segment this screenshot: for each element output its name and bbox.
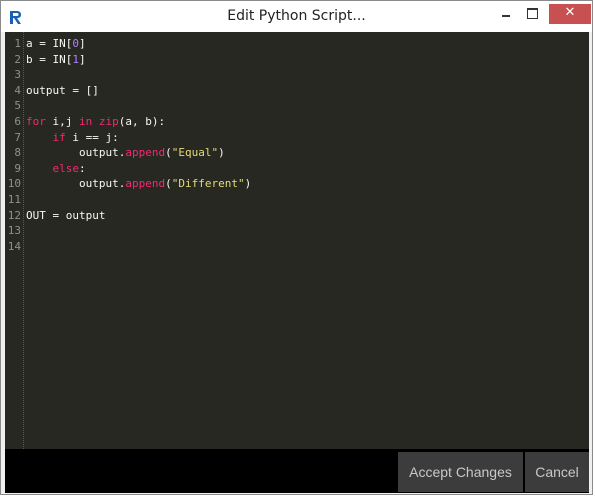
line-number: 11 (7, 193, 21, 206)
title-bar[interactable]: Edit Python Script... ✕ (1, 1, 592, 32)
code-line[interactable]: 11 (5, 192, 589, 208)
minimize-icon (502, 15, 510, 17)
code-line[interactable]: 12 OUT = output (5, 208, 589, 224)
close-icon: ✕ (564, 5, 576, 20)
button-bar: Accept Changes Cancel (5, 449, 589, 493)
code-line[interactable]: 8 output.append("Equal") (5, 145, 589, 161)
code-line[interactable]: 13 (5, 223, 589, 239)
line-number: 6 (14, 115, 21, 128)
script-editor-window: Edit Python Script... ✕ 1 a = IN[0] 2 b = I… (0, 0, 593, 495)
code-editor[interactable]: 1 a = IN[0] 2 b = IN[1] 3 4 output = [] 5 6 for i… (5, 32, 589, 449)
code-line[interactable]: 9 else: (5, 161, 589, 177)
cancel-button[interactable]: Cancel (525, 452, 589, 492)
line-number: 2 (14, 52, 21, 66)
code-line[interactable]: 4 output = [] (5, 83, 589, 99)
line-number: 10 (7, 177, 21, 191)
code-line[interactable]: 7 if i == j: (5, 130, 589, 146)
line-number: 9 (14, 161, 21, 175)
code-text: OUT = output (26, 208, 106, 222)
accept-changes-button[interactable]: Accept Changes (398, 452, 523, 492)
code-line[interactable]: 5 (5, 98, 589, 114)
code-text: output.append("Different") (26, 177, 252, 191)
line-number: 4 (14, 83, 21, 97)
code-line[interactable]: 14 (5, 239, 589, 255)
code-text: if i == j: (52, 130, 119, 144)
code-line[interactable]: 2 b = IN[1] (5, 52, 589, 68)
code-text: else: (52, 161, 86, 175)
code-line[interactable]: 1 a = IN[0] (5, 36, 589, 52)
line-number: 1 (14, 37, 21, 50)
line-number: 13 (7, 224, 21, 238)
code-line[interactable]: 3 (5, 67, 589, 83)
line-number: 14 (7, 239, 21, 253)
maximize-icon (527, 8, 538, 19)
code-line[interactable]: 10 output.append("Different") (5, 176, 589, 192)
minimize-button[interactable] (491, 4, 519, 24)
close-button[interactable]: ✕ (549, 4, 591, 24)
line-number: 12 (7, 208, 21, 222)
code-text: output.append("Equal") (26, 146, 225, 160)
code-text: a = IN[0] (26, 37, 86, 50)
line-number: 5 (14, 99, 21, 113)
line-number: 7 (14, 130, 21, 144)
code-line[interactable]: 6 for i,j in zip(a, b): (5, 114, 589, 130)
code-text: for i,j in zip(a, b): (26, 115, 166, 128)
line-number: 3 (14, 68, 21, 82)
maximize-button[interactable] (519, 4, 545, 24)
line-number: 8 (14, 146, 21, 160)
code-text: b = IN[1] (26, 52, 86, 66)
code-text: output = [] (26, 83, 99, 97)
